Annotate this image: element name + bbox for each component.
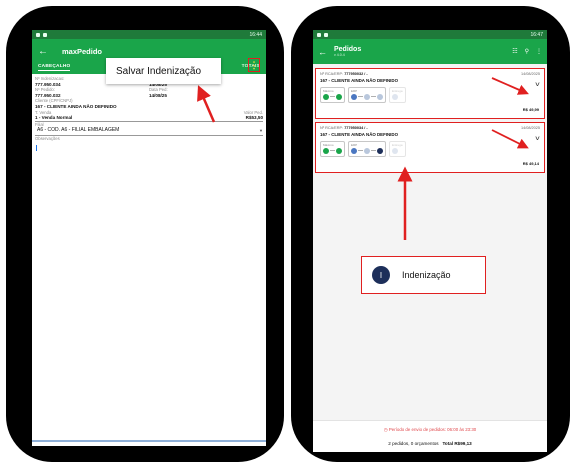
step-maximo-label: Máximo xyxy=(323,142,334,147)
step-erp: ERP xyxy=(348,86,386,103)
wifi-icon xyxy=(324,32,328,37)
invoice-icon xyxy=(377,93,383,100)
left-screen: 16:44 ← maxPedido CABEÇALHO TABELA PRODU… xyxy=(32,30,266,446)
wifi-icon xyxy=(43,32,47,37)
cloud-icon xyxy=(351,147,357,154)
bottom-divider xyxy=(32,440,266,442)
order-date: 14/08/2025 xyxy=(520,72,540,76)
order-list: Nº RCA/ERP: 777950032 / - 14/08/2025 167… xyxy=(313,64,547,173)
app-title: maxPedido xyxy=(62,47,103,56)
observacoes-label: Observações xyxy=(35,135,60,141)
indenizacao-legend: I Indenização xyxy=(361,256,486,294)
order-price: R$ 49,14 xyxy=(522,161,539,166)
text-cursor xyxy=(36,144,37,151)
more-vert-icon[interactable]: ⋮ xyxy=(248,58,260,72)
page-title: Pedidos xyxy=(334,46,362,53)
chevron-down-icon[interactable]: v xyxy=(535,136,539,142)
cloud-icon xyxy=(336,147,342,154)
version-label: v 4.0.4 xyxy=(334,53,345,57)
order-client: 167 - CLIENTE AINDA NÃO DEFINIDO xyxy=(320,131,398,137)
order-client: 167 - CLIENTE AINDA NÃO DEFINIDO xyxy=(320,77,398,83)
left-tablet-frame: 16:44 ← maxPedido CABEÇALHO TABELA PRODU… xyxy=(6,6,284,462)
tab-cabecalho[interactable]: CABEÇALHO xyxy=(38,64,71,71)
indenizacao-label: Indenização xyxy=(402,270,451,280)
notification-icon xyxy=(317,32,321,37)
order-status-steps: Máximo ERP Entrega xyxy=(320,140,540,157)
data-ped-value: 14/08/25 xyxy=(149,92,167,98)
step-entrega-label: Entrega xyxy=(392,88,403,93)
order-rca-label: Nº RCA/ERP: xyxy=(320,126,344,130)
tvenda-value: 1 - Venda Normal xyxy=(35,115,73,121)
cloud-icon xyxy=(336,93,342,100)
step-erp-label: ERP xyxy=(351,142,358,147)
filial-value: A6 - COD. A6 - FILIAL EMBALAGEM xyxy=(37,127,120,134)
status-time: 16:44 xyxy=(249,31,262,38)
truck-icon xyxy=(392,93,398,100)
valor-value: R$53,50 xyxy=(245,115,263,121)
header-form: Nº Indenizacao: 777.950.034 Nº Pedido: 7… xyxy=(32,74,266,187)
footer-warning: Período de envio de pedidos: 06:00 às 23… xyxy=(388,427,477,432)
observacoes-input[interactable] xyxy=(35,144,263,185)
step-maximo-label: Máximo xyxy=(323,88,334,93)
cog-icon xyxy=(364,147,370,154)
right-screen: 16:47 ← Pedidos v 4.0.4 ☷ ⚲ ⋮ Nº RCA/ERP… xyxy=(313,30,547,452)
app-bar: ← Pedidos v 4.0.4 ☷ ⚲ ⋮ xyxy=(313,39,547,64)
step-entrega-label: Entrega xyxy=(392,142,403,147)
step-erp-label: ERP xyxy=(351,88,358,93)
dropdown-caret-icon: ▼ xyxy=(259,128,263,134)
order-price: R$ 49,99 xyxy=(522,107,539,112)
order-rca-value: 777950034 / - xyxy=(344,126,368,130)
footer-summary: 2 pedidos, 0 orçamentos xyxy=(388,441,439,446)
order-rca-value: 777950032 / - xyxy=(344,72,368,76)
cog-icon xyxy=(364,93,370,100)
right-tablet-frame: 16:47 ← Pedidos v 4.0.4 ☷ ⚲ ⋮ Nº RCA/ERP… xyxy=(291,6,570,462)
check-icon xyxy=(323,93,329,100)
arrow-left-icon[interactable]: ← xyxy=(318,47,334,57)
chevron-down-icon[interactable]: v xyxy=(535,82,539,88)
truck-icon xyxy=(392,147,398,154)
stage: 16:44 ← maxPedido CABEÇALHO TABELA PRODU… xyxy=(0,0,576,468)
order-date: 14/08/2025 xyxy=(520,126,540,130)
save-indenizacao-menu-item[interactable]: Salvar Indenização xyxy=(106,58,221,84)
clock-icon: ◷ xyxy=(383,427,388,432)
step-entrega: Entrega xyxy=(389,140,406,157)
arrow-left-icon[interactable]: ← xyxy=(38,46,52,57)
step-maximo: Máximo xyxy=(320,86,345,103)
notification-icon xyxy=(36,32,40,37)
save-indenizacao-label: Salvar Indenização xyxy=(116,65,202,77)
order-rca-label: Nº RCA/ERP: xyxy=(320,72,344,76)
status-bar: 16:44 xyxy=(32,30,266,39)
step-maximo: Máximo xyxy=(320,140,345,157)
cloud-icon xyxy=(351,93,357,100)
more-vert-icon[interactable]: ⋮ xyxy=(536,48,542,55)
check-icon xyxy=(323,147,329,154)
indenizacao-icon xyxy=(377,147,383,154)
footer-total: Total R$99,13 xyxy=(442,441,472,446)
step-entrega: Entrega xyxy=(389,86,406,103)
order-card[interactable]: Nº RCA/ERP: 777950034 / - 14/08/2025 167… xyxy=(315,122,545,173)
footer: ◷ Período de envio de pedidos: 06:00 às … xyxy=(313,420,547,452)
order-card[interactable]: Nº RCA/ERP: 777950032 / - 14/08/2025 167… xyxy=(315,68,545,119)
status-bar: 16:47 xyxy=(313,30,547,39)
filial-select[interactable]: A6 - COD. A6 - FILIAL EMBALAGEM ▼ xyxy=(35,127,263,136)
order-status-steps: Máximo ERP Entrega xyxy=(320,86,540,103)
status-time: 16:47 xyxy=(530,31,543,38)
search-icon[interactable]: ⚲ xyxy=(525,48,529,55)
indenizacao-icon: I xyxy=(372,266,390,284)
filter-icon[interactable]: ☷ xyxy=(512,48,517,55)
step-erp: ERP xyxy=(348,140,386,157)
